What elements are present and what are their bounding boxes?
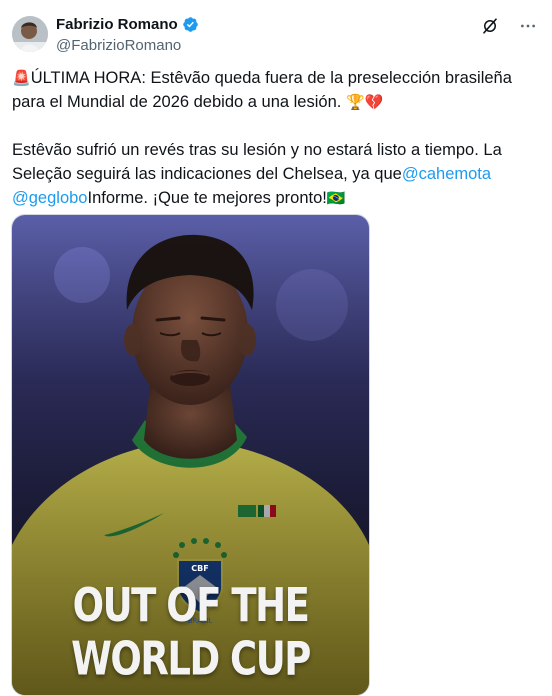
verified-badge-icon bbox=[182, 17, 198, 32]
tweet-paragraph-2-tail: Informe. ¡Que te mejores pronto! bbox=[87, 189, 327, 207]
avatar-photo-icon bbox=[12, 16, 48, 52]
brazil-flag-emoji: 🇧🇷 bbox=[326, 189, 346, 207]
grok-icon bbox=[483, 18, 497, 34]
siren-emoji: 🚨 bbox=[12, 69, 31, 87]
tweet-paragraph-2: Estêvão sufrió un revés tras su lesión y… bbox=[12, 138, 542, 210]
trophy-broken-heart-emoji: 🏆💔 bbox=[345, 93, 384, 111]
header-actions bbox=[480, 16, 538, 36]
more-dots-icon bbox=[521, 24, 535, 28]
mention-cahemota[interactable]: @cahemota bbox=[402, 165, 491, 183]
author-name[interactable]: Fabrizio Romano bbox=[56, 16, 178, 33]
grok-button[interactable] bbox=[480, 16, 500, 36]
tweet-header: Fabrizio Romano @FabrizioRomano bbox=[12, 14, 542, 58]
author-handle[interactable]: @FabrizioRomano bbox=[56, 37, 181, 54]
tweet-paragraph-1: 🚨ÚLTIMA HORA: Estêvão queda fuera de la … bbox=[12, 66, 542, 114]
tweet-media-image[interactable]: CBF BRASIL OUT OF THE WORLD CUP bbox=[11, 214, 370, 696]
author-name-row: Fabrizio Romano bbox=[56, 16, 199, 33]
tweet-text: 🚨ÚLTIMA HORA: Estêvão queda fuera de la … bbox=[12, 66, 542, 210]
crest-label: CBF bbox=[191, 564, 208, 573]
image-headline: OUT OF THE WORLD CUP bbox=[71, 578, 311, 686]
more-button[interactable] bbox=[518, 16, 538, 36]
mention-geglobo[interactable]: @geglobo bbox=[12, 189, 87, 207]
tweet-paragraph-1-text: ÚLTIMA HORA: Estêvão queda fuera de la p… bbox=[12, 69, 512, 111]
avatar[interactable] bbox=[12, 16, 48, 52]
